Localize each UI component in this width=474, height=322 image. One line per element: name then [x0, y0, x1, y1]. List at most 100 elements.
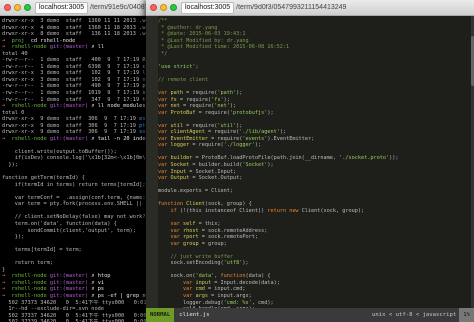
text-segment: // remote client [158, 76, 208, 83]
text-segment: rport [183, 234, 199, 241]
text-segment: ➜ [2, 286, 12, 293]
text-segment [158, 286, 183, 292]
text-segment: rshell-node [11, 286, 50, 293]
text-segment: ); [229, 103, 237, 110]
text-segment: var [158, 109, 171, 116]
text-segment: './lib/agent' [239, 129, 280, 136]
text-segment: ➜ [2, 44, 12, 51]
text-segment: drwxr-xr-x 9 demo staff 306 9 7 17:19 [2, 122, 140, 129]
text-segment: 502 37373 34620 0 5:41下午 ttys000 0:01.00… [2, 299, 161, 306]
url-host[interactable]: localhost:3005 [181, 1, 235, 14]
text-segment: rshell-node [11, 279, 50, 286]
zoom-window-button[interactable] [170, 4, 177, 11]
text-segment: = Input.decode(data); [211, 279, 280, 286]
text-segment: rshell-node [11, 103, 50, 110]
text-segment: var [158, 162, 171, 169]
text-segment: = ProtoBuf.loadProtoFile(path.join(__dir… [192, 155, 340, 162]
text-segment: ✗ ll [91, 44, 105, 51]
text-segment: rshell-node [11, 135, 50, 142]
text-segment: 'utf8' [223, 260, 243, 267]
text-segment: var [158, 168, 171, 175]
text-segment: if(isDev) console.log('\x1b[32m<-\x1b[0m… [2, 155, 149, 162]
text-segment: args [195, 292, 209, 299]
close-window-button[interactable] [4, 4, 11, 11]
text-segment: var [170, 240, 183, 247]
terminal-line: if(termId in terms) return terms[termId]… [2, 182, 161, 189]
text-segment: rshell-node [11, 44, 50, 51]
text-segment: -rw-r--r-- 1 demo staff 6398 9 7 17:19 c… [2, 63, 161, 70]
zoom-window-button[interactable] [24, 4, 31, 11]
text-segment: net [170, 103, 180, 110]
vim-editor[interactable]: /** * @author: dr.yang * @date: 2015-06-… [146, 16, 474, 322]
text-segment: 'protobufjs' [229, 109, 268, 116]
text-segment: = sock.remoteAddress; [198, 227, 268, 234]
text-segment: 'cmd: %s' [223, 299, 252, 306]
text-segment: ); [279, 129, 287, 136]
text-segment: ); [236, 122, 243, 129]
text-segment: ➜ [2, 279, 12, 286]
terminal-output[interactable]: drwxr-xr-x 3 demo staff 1360 11 11 2013 … [0, 16, 163, 322]
text-segment: (!(this instanceof Client)) [176, 207, 268, 214]
terminal-line: ➜ rshell-node git:(master) ✗ ll node_mod… [2, 103, 161, 110]
terminal-window-right[interactable]: localhost:3005 /term/9d0f3/0547993211154… [146, 0, 474, 322]
window-controls [150, 4, 177, 11]
text-segment: = Socket.Output; [189, 175, 243, 182]
url-host[interactable]: localhost:3005 [35, 1, 89, 14]
text-segment: ); [242, 260, 249, 267]
text-segment: */ [158, 50, 168, 57]
text-segment: cd rshell-node [24, 37, 76, 44]
code-buffer[interactable]: /** * @author: dr.yang * @date: 2015-06-… [158, 16, 470, 308]
text-segment: * @date: 2015-06-03 19:43:1 [158, 31, 246, 38]
text-segment: drwxr-xr-x 9 demo staff 306 9 7 17:19 [2, 129, 140, 136]
text-segment: terms[termId] = term; [2, 247, 82, 254]
text-segment: git:(master) [49, 135, 92, 142]
text-segment: = require( [183, 90, 218, 97]
text-segment: // just write buffer [170, 253, 233, 260]
text-segment: sendCommit(client,'output', term); [2, 227, 136, 234]
text-segment: function getTerm(termId) { [2, 175, 85, 182]
text-segment: var [183, 292, 196, 299]
window-title-bar[interactable]: localhost:3005 /term/91e9c/0408748166402… [0, 0, 163, 16]
editor-gutter [146, 16, 158, 308]
text-segment: 'use strict'; [158, 63, 199, 70]
close-window-button[interactable] [150, 4, 157, 11]
text-segment: -rw-r--r-- 1 demo staff 400 9 7 17:19 RE… [2, 57, 161, 64]
text-segment: 'data' [195, 273, 215, 280]
text-segment: 'util' [217, 122, 237, 129]
text-segment [158, 241, 171, 247]
text-segment: = this; [195, 220, 221, 227]
text-segment: 'events' [242, 135, 268, 142]
text-segment: group [183, 240, 199, 247]
text-segment: var [183, 279, 196, 286]
text-segment: sock.setEncoding( [158, 260, 224, 267]
text-segment: var [183, 286, 196, 293]
text-segment: util [170, 122, 184, 129]
text-segment: git:(master) [49, 279, 92, 286]
text-segment: ➜ [2, 135, 12, 142]
text-segment [158, 208, 171, 214]
text-segment: }); [2, 162, 18, 169]
text-segment: git:(master) [49, 103, 92, 110]
text-segment: drwxr-xr-x 4 demo staff 1360 11 18 2013 … [2, 24, 156, 31]
terminal-window-left[interactable]: localhost:3005 /term/91e9c/0408748166402… [0, 0, 163, 322]
text-segment: var [170, 220, 183, 227]
text-segment: var [158, 155, 171, 162]
minimize-window-button[interactable] [160, 4, 167, 11]
text-segment: = group; [198, 240, 227, 247]
text-segment: if(termId in terms) return terms[termId]… [2, 181, 146, 188]
minimize-window-button[interactable] [14, 4, 21, 11]
window-title-bar[interactable]: localhost:3005 /term/9d0f3/0547993211154… [146, 0, 474, 16]
text-segment: total 0 [2, 109, 25, 116]
text-segment: = Socket.Input; [186, 168, 237, 175]
text-segment: total 40 [2, 50, 28, 57]
text-segment: drwxr-xr-x 3 demo staff 102 9 7 17:19 [2, 76, 143, 83]
text-segment: )); [389, 155, 399, 162]
text-segment: return new [267, 207, 302, 214]
status-encoding: unix < utf-8 < javascript [372, 312, 457, 318]
text-segment: var [158, 129, 171, 136]
text-segment: Socket [170, 162, 190, 169]
vim-status-line: NORMAL client.js unix < utf-8 < javascri… [146, 308, 474, 322]
text-segment: proj [11, 37, 25, 44]
text-segment: ✗ ps [91, 286, 105, 293]
text-segment: ✗ vi [91, 279, 105, 286]
